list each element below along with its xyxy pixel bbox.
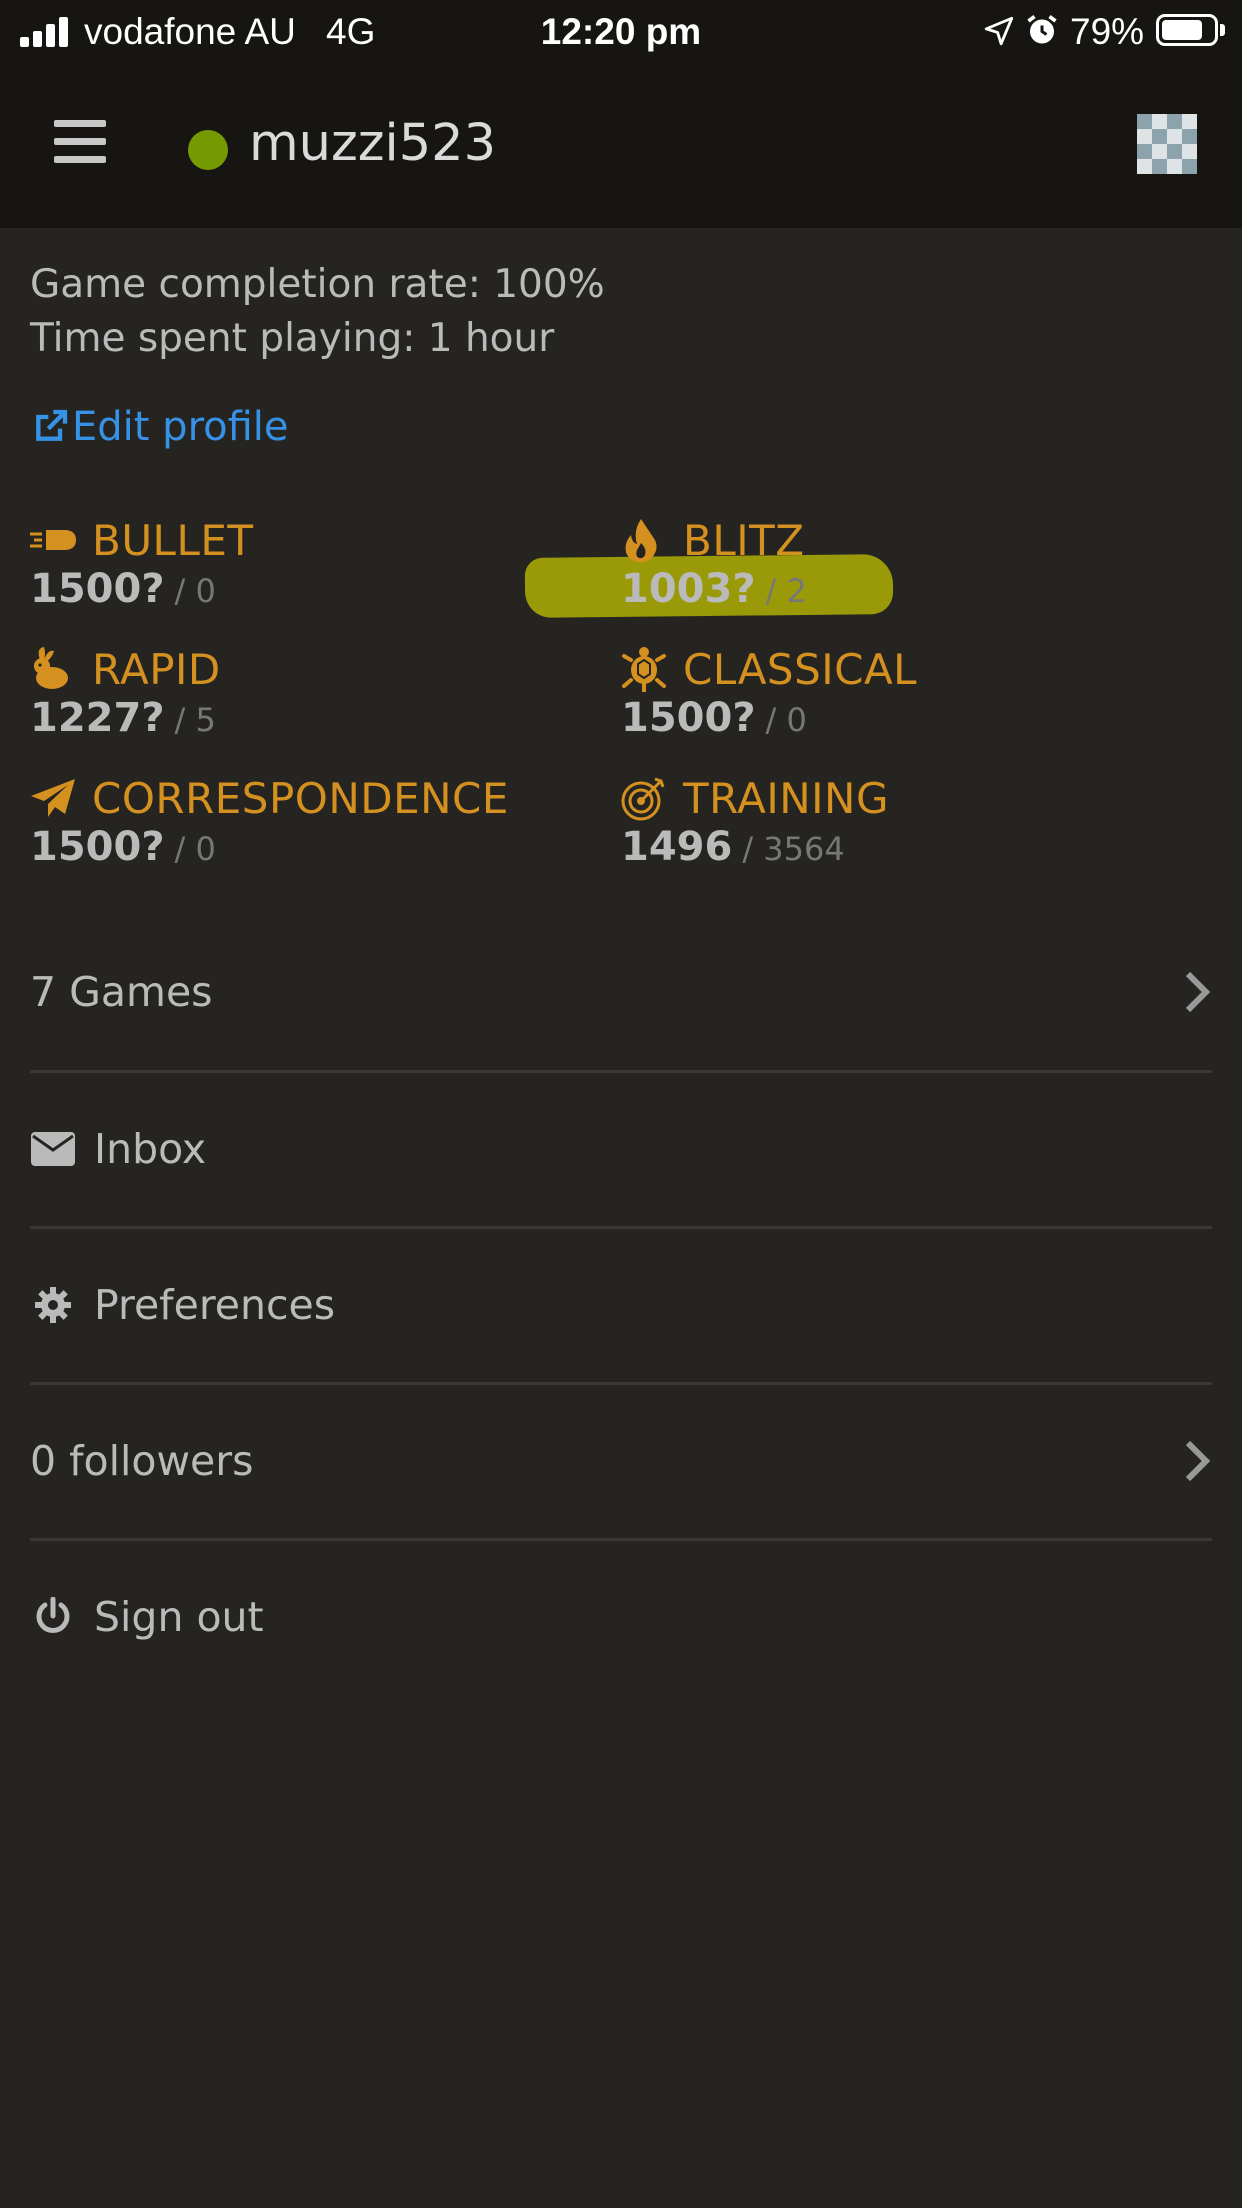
- perf-rating: 1500?: [30, 824, 165, 870]
- perf-rating: 1227?: [30, 695, 165, 741]
- perf-bullet[interactable]: BULLET 1500?/ 0: [30, 514, 254, 612]
- sign-out-label: Sign out: [94, 1593, 264, 1641]
- inbox-item[interactable]: Inbox: [30, 1071, 1212, 1227]
- app-header: muzzi523: [0, 62, 1242, 228]
- hamburger-menu-icon[interactable]: [54, 120, 106, 164]
- board-square: [1152, 114, 1167, 129]
- board-square: [1152, 129, 1167, 144]
- time-playing: Time spent playing: 1 hour: [30, 316, 555, 361]
- turtle-icon: [621, 646, 673, 692]
- perf-rating: 1496: [621, 824, 733, 870]
- rabbit-icon: [30, 646, 82, 692]
- power-icon: [30, 1594, 76, 1640]
- perf-name: TRAINING: [683, 773, 890, 823]
- perf-classical[interactable]: CLASSICAL 1500?/ 0: [621, 643, 918, 742]
- paper-plane-icon: [30, 775, 82, 821]
- perf-games: / 5: [174, 701, 216, 739]
- board-square: [1137, 144, 1152, 159]
- location-arrow-icon: [984, 16, 1014, 46]
- followers-item[interactable]: 0 followers: [30, 1383, 1212, 1539]
- battery-percent: 79%: [1070, 11, 1145, 52]
- perf-games: / 0: [174, 572, 216, 610]
- battery-tip: [1220, 24, 1225, 36]
- alarm-icon: [1027, 15, 1057, 44]
- perf-name: CLASSICAL: [683, 644, 918, 694]
- games-label: 7 Games: [30, 968, 213, 1016]
- perf-games: / 2: [765, 572, 807, 610]
- chevron-right-icon: [1185, 971, 1211, 1013]
- board-icon[interactable]: [1137, 114, 1197, 174]
- sign-out-item[interactable]: Sign out: [30, 1539, 1212, 1695]
- inbox-label: Inbox: [94, 1125, 207, 1173]
- perf-rating: 1003?: [621, 566, 756, 612]
- bullet-icon: [30, 517, 82, 563]
- perf-blitz[interactable]: BLITZ 1003?/ 2: [621, 514, 807, 613]
- board-square: [1167, 129, 1182, 144]
- board-square: [1182, 159, 1197, 174]
- board-square: [1182, 144, 1197, 159]
- online-status-indicator: [188, 130, 228, 170]
- board-square: [1167, 144, 1182, 159]
- board-square: [1137, 129, 1152, 144]
- perf-games: / 0: [174, 830, 216, 868]
- envelope-icon: [30, 1126, 76, 1172]
- battery-icon: [1156, 14, 1218, 46]
- username: muzzi523: [249, 114, 497, 173]
- board-square: [1182, 129, 1197, 144]
- board-square: [1137, 114, 1152, 129]
- perf-rating: 1500?: [621, 695, 756, 741]
- board-square: [1137, 159, 1152, 174]
- perf-training[interactable]: TRAINING 1496/ 3564: [621, 772, 890, 871]
- perf-name: BLITZ: [683, 515, 805, 565]
- board-square: [1152, 144, 1167, 159]
- perf-correspondence[interactable]: CORRESPONDENCE 1500?/ 0: [30, 772, 509, 871]
- preferences-label: Preferences: [94, 1281, 336, 1329]
- edit-profile-link[interactable]: Edit profile: [30, 404, 289, 450]
- perf-name: RAPID: [92, 644, 221, 694]
- edit-profile-label: Edit profile: [72, 404, 289, 450]
- preferences-item[interactable]: Preferences: [30, 1227, 1212, 1383]
- board-square: [1167, 159, 1182, 174]
- perf-games: / 0: [765, 701, 807, 739]
- fire-icon: [621, 517, 673, 563]
- perf-name: BULLET: [92, 515, 254, 565]
- completion-rate: Game completion rate: 100%: [30, 262, 605, 307]
- board-square: [1182, 114, 1197, 129]
- games-item[interactable]: 7 Games: [30, 914, 1212, 1070]
- perf-rapid[interactable]: RAPID 1227?/ 5: [30, 643, 221, 742]
- followers-label: 0 followers: [30, 1437, 254, 1485]
- perf-rating: 1500?: [30, 566, 165, 612]
- perf-games: / 3564: [742, 830, 845, 868]
- external-link-icon: [36, 409, 68, 441]
- perf-name: CORRESPONDENCE: [92, 773, 509, 823]
- gear-icon: [30, 1282, 76, 1328]
- board-square: [1152, 159, 1167, 174]
- chevron-right-icon: [1185, 1440, 1211, 1482]
- target-icon: [621, 775, 673, 821]
- status-bar: vodafone AU 4G 12:20 pm 79%: [0, 0, 1242, 62]
- board-square: [1167, 114, 1182, 129]
- battery-fill: [1162, 20, 1202, 40]
